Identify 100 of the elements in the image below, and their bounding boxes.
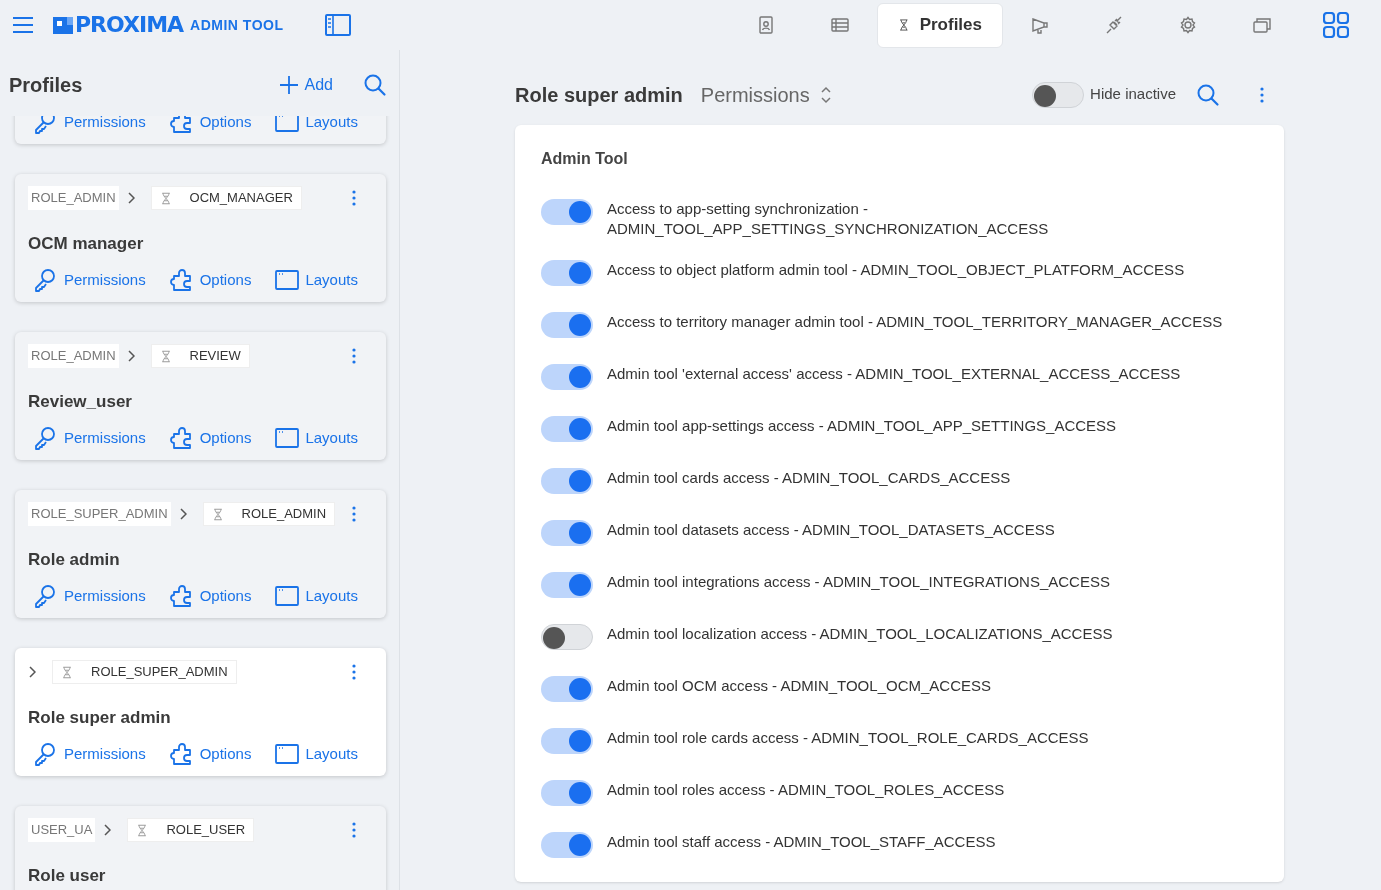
action-link[interactable]: Options bbox=[169, 116, 252, 134]
profile-card[interactable]: ROLE_SUPER_ADMIN ROLE_ADMIN Role admin Permissions Options Layouts bbox=[15, 490, 386, 618]
more-options-icon[interactable] bbox=[352, 506, 356, 522]
nav-tab[interactable]: Profiles bbox=[877, 2, 1003, 48]
action-link[interactable]: Permissions bbox=[34, 742, 146, 766]
chevron-right-icon bbox=[28, 666, 36, 678]
chevron-right-icon bbox=[126, 192, 135, 204]
key-icon bbox=[34, 268, 58, 292]
action-link[interactable]: Layouts bbox=[275, 584, 358, 608]
key-icon bbox=[34, 742, 58, 766]
toggle-switch[interactable] bbox=[541, 468, 593, 494]
parent-role-tag: USER_UA bbox=[28, 818, 96, 842]
puzzle-icon bbox=[169, 742, 194, 766]
role-code-tag: ROLE_SUPER_ADMIN bbox=[52, 660, 237, 684]
profile-name: Role user bbox=[28, 865, 107, 887]
windows-icon bbox=[1253, 16, 1271, 34]
puzzle-icon bbox=[169, 426, 194, 450]
toggle-switch[interactable] bbox=[541, 312, 593, 338]
action-link[interactable]: Permissions bbox=[34, 584, 146, 608]
profile-card[interactable]: ROLE_SUPER_ADMIN Role super admin Permissions Options Layouts bbox=[15, 648, 386, 776]
layout-icon bbox=[275, 268, 300, 292]
parent-role-tag: ROLE_ADMIN bbox=[28, 186, 119, 210]
sort-icon bbox=[819, 84, 832, 105]
permission-label: Admin tool cards access - ADMIN_TOOL_CARDS_ACCESS bbox=[607, 468, 1011, 488]
profile-card[interactable]: Permissions Options Layouts bbox=[15, 116, 386, 144]
profile-name: Review_user bbox=[28, 391, 133, 413]
apps-grid-icon bbox=[1323, 12, 1349, 38]
profile-card[interactable]: ROLE_ADMIN REVIEW Review_user Permissions Options Layouts bbox=[15, 332, 386, 460]
layout-icon bbox=[275, 426, 300, 450]
action-link[interactable]: Permissions bbox=[34, 116, 146, 134]
action-link[interactable]: Layouts bbox=[275, 426, 358, 450]
parent-role-tag: ROLE_SUPER_ADMIN bbox=[28, 502, 171, 526]
more-options-icon[interactable] bbox=[352, 348, 356, 364]
permission-label: Access to object platform admin tool - ADMIN_TOOL_OBJECT_PLATFORM_ACCESS bbox=[607, 260, 1185, 280]
toggle-switch[interactable] bbox=[541, 260, 593, 286]
panel-title: Profiles bbox=[9, 73, 83, 98]
layout-icon bbox=[275, 742, 300, 766]
action-link[interactable]: Options bbox=[169, 742, 252, 766]
permission-label: Access to app-setting synchronization - ADMIN_TOOL_APP_SETTINGS_SYNCHRONIZATION_ACCESS bbox=[607, 199, 1050, 239]
toggle-switch[interactable] bbox=[541, 780, 593, 806]
profile-card[interactable]: USER_UA ROLE_USER Role user bbox=[15, 806, 386, 890]
search-icon[interactable] bbox=[1196, 82, 1220, 107]
detail-title: Role super admin bbox=[515, 82, 683, 108]
table-icon bbox=[831, 16, 849, 34]
toggle-switch[interactable] bbox=[541, 364, 593, 390]
profile-card[interactable]: ROLE_ADMIN OCM_MANAGER OCM manager Permissions Options Layouts bbox=[15, 174, 386, 302]
toggle-label: Hide inactive bbox=[1090, 84, 1176, 105]
chevron-right-icon bbox=[103, 824, 112, 836]
puzzle-icon bbox=[169, 268, 194, 292]
action-link[interactable]: Permissions bbox=[34, 268, 146, 292]
role-code-tag: ROLE_ADMIN bbox=[202, 502, 336, 526]
permission-label: Admin tool localization access - ADMIN_TOOL_LOCALIZATIONS_ACCESS bbox=[607, 624, 1113, 644]
action-link[interactable]: Layouts bbox=[275, 268, 358, 292]
more-options-icon[interactable] bbox=[352, 822, 356, 838]
search-icon[interactable] bbox=[363, 73, 387, 97]
profile-name: OCM manager bbox=[28, 233, 145, 255]
toggle-switch[interactable] bbox=[541, 624, 593, 650]
toggle-switch[interactable] bbox=[1032, 81, 1085, 108]
action-link[interactable]: Layouts bbox=[275, 742, 358, 766]
role-code-tag: OCM_MANAGER bbox=[150, 186, 302, 210]
chevron-right-icon bbox=[126, 350, 135, 362]
logo-text: PROXIMA bbox=[75, 14, 184, 36]
action-link[interactable]: Permissions bbox=[34, 426, 146, 450]
section-title: Admin Tool bbox=[541, 149, 629, 169]
profile-name: Role admin bbox=[28, 549, 121, 571]
permission-label: Admin tool integrations access - ADMIN_TOOL_INTEGRATIONS_ACCESS bbox=[607, 572, 1110, 592]
permission-label: Admin tool datasets access - ADMIN_TOOL_DATASETS_ACCESS bbox=[607, 520, 1055, 540]
role-code-tag: REVIEW bbox=[150, 344, 250, 368]
toggle-switch[interactable] bbox=[541, 728, 593, 754]
parent-role-tag: ROLE_ADMIN bbox=[28, 344, 119, 368]
permission-label: Admin tool role cards access - ADMIN_TOOL_ROLE_CARDS_ACCESS bbox=[607, 728, 1089, 748]
action-link[interactable]: Options bbox=[169, 426, 252, 450]
menu-icon[interactable] bbox=[12, 16, 34, 34]
key-icon bbox=[34, 584, 58, 608]
action-link[interactable]: Layouts bbox=[275, 116, 358, 134]
permission-label: Access to territory manager admin tool - ADMIN_TOOL_TERRITORY_MANAGER_ACCESS bbox=[607, 312, 1223, 332]
toggle-switch[interactable] bbox=[541, 676, 593, 702]
key-icon bbox=[34, 426, 58, 450]
app-subtitle: ADMIN TOOL bbox=[190, 15, 284, 35]
toggle-switch[interactable] bbox=[541, 572, 593, 598]
add-button[interactable]: Add bbox=[278, 73, 333, 97]
more-options-icon[interactable] bbox=[1260, 86, 1264, 103]
view-selector[interactable]: Permissions bbox=[700, 79, 832, 110]
logo-icon bbox=[53, 15, 73, 35]
toggle-switch[interactable] bbox=[541, 520, 593, 546]
action-link[interactable]: Options bbox=[169, 584, 252, 608]
puzzle-icon bbox=[169, 584, 194, 608]
chevron-right-icon bbox=[178, 508, 187, 520]
badge-icon bbox=[757, 16, 775, 34]
toggle-switch[interactable] bbox=[541, 416, 593, 442]
plug-icon bbox=[1105, 16, 1123, 34]
action-link[interactable]: Options bbox=[169, 268, 252, 292]
toggle-switch[interactable] bbox=[541, 832, 593, 858]
more-options-icon[interactable] bbox=[352, 664, 356, 680]
profile-name: Role super admin bbox=[28, 707, 172, 729]
sidebar-toggle-icon[interactable] bbox=[325, 14, 352, 36]
permission-label: Admin tool staff access - ADMIN_TOOL_STAFF_ACCESS bbox=[607, 832, 996, 852]
more-options-icon[interactable] bbox=[352, 190, 356, 206]
toggle-switch[interactable] bbox=[541, 199, 593, 225]
key-icon bbox=[34, 116, 58, 134]
